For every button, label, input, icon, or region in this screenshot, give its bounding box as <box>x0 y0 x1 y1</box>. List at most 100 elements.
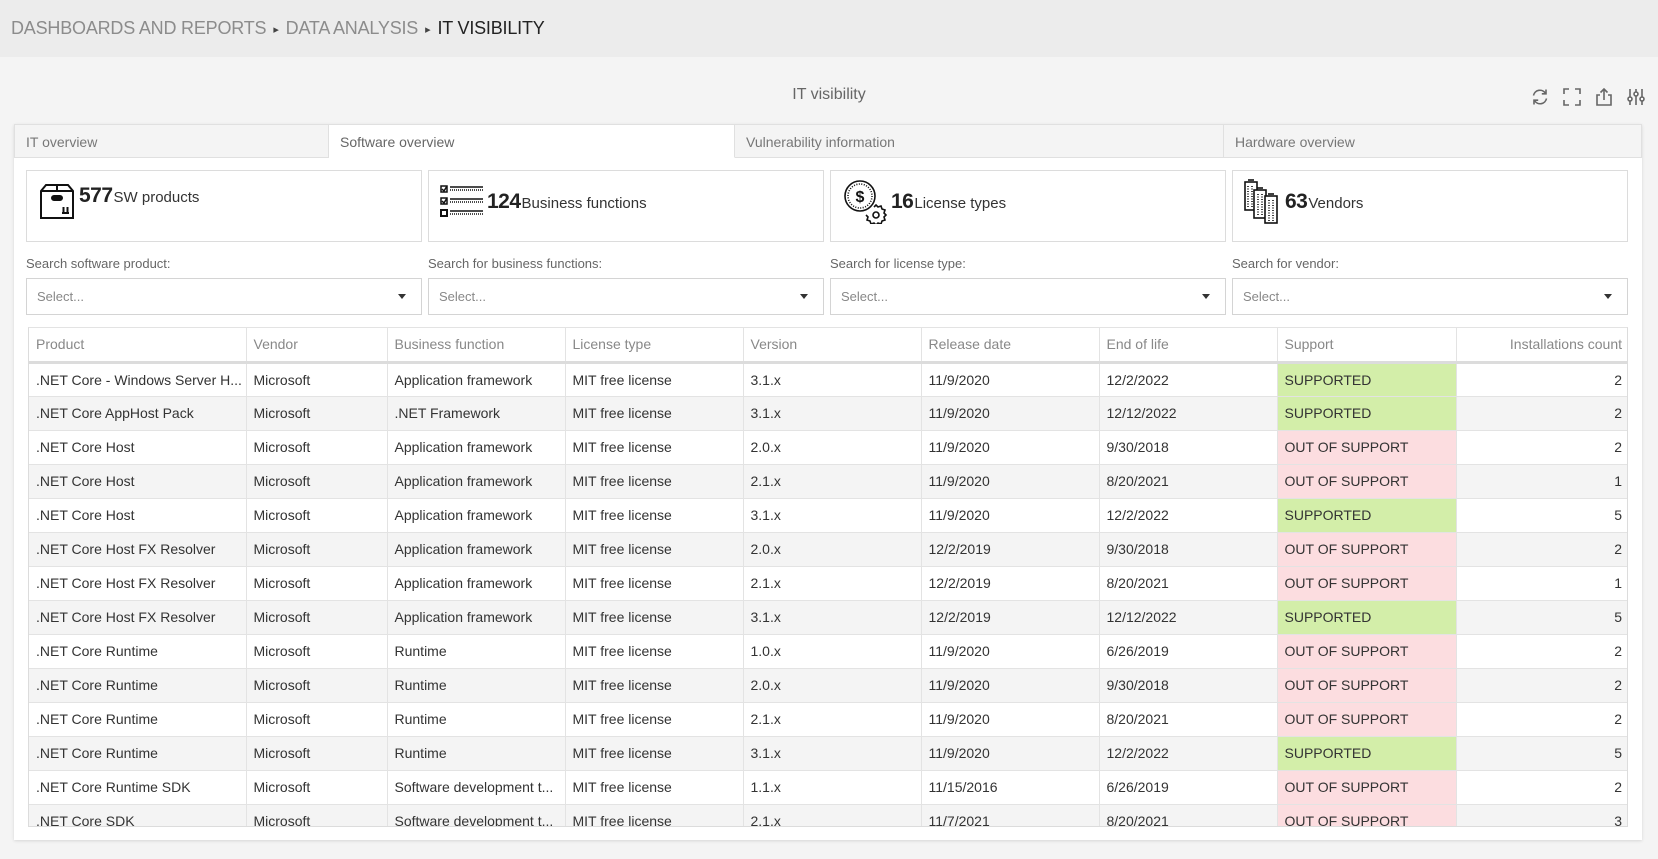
cell-product: .NET Core Runtime SDK <box>29 770 247 805</box>
cell-business-function: Software development t... <box>387 804 566 826</box>
cell-business-function: Application framework <box>387 498 566 533</box>
chevron-down-icon <box>398 294 406 299</box>
cell-version: 2.1.x <box>743 702 922 737</box>
table-row[interactable]: .NET Core AppHost Pack Microsoft .NET Fram… <box>29 396 1627 431</box>
support-status-badge: SUPPORTED <box>1277 396 1457 431</box>
cell-vendor: Microsoft <box>246 464 388 499</box>
tab-bar: IT overview Software overview Vulnerabil… <box>14 124 1642 158</box>
export-button[interactable] <box>1594 86 1614 108</box>
cell-business-function: Software development t... <box>387 770 566 805</box>
kpi-row: 577 SW products 124 Business functions $… <box>26 170 1628 242</box>
tab-vulnerability-information[interactable]: Vulnerability information <box>735 124 1224 158</box>
software-product-select[interactable]: Select... <box>26 278 422 315</box>
table-row[interactable]: .NET Core Host FX Resolver Microsoft Appli… <box>29 532 1627 567</box>
column-header-support[interactable]: Support <box>1277 328 1457 364</box>
cell-installations-count: 1 <box>1456 464 1627 499</box>
support-status-badge: SUPPORTED <box>1277 600 1457 635</box>
vendor-select[interactable]: Select... <box>1232 278 1628 315</box>
cell-vendor: Microsoft <box>246 804 388 826</box>
cell-vendor: Microsoft <box>246 600 388 635</box>
cell-business-function: Application framework <box>387 532 566 567</box>
column-header-release-date[interactable]: Release date <box>921 328 1100 364</box>
breadcrumb-data-analysis[interactable]: DATA ANALYSIS <box>286 18 419 39</box>
cell-version: 3.1.x <box>743 362 922 397</box>
cell-vendor: Microsoft <box>246 702 388 737</box>
column-header-installations-count[interactable]: Installations count <box>1456 328 1627 364</box>
table-row[interactable]: .NET Core Host Microsoft Application frame… <box>29 498 1627 533</box>
table-row[interactable]: .NET Core Host FX Resolver Microsoft Appli… <box>29 600 1627 635</box>
cell-version: 1.1.x <box>743 770 922 805</box>
cell-license-type: MIT free license <box>565 566 744 601</box>
settings-button[interactable] <box>1626 86 1646 108</box>
tab-software-overview[interactable]: Software overview <box>329 124 735 158</box>
table-row[interactable]: .NET Core Runtime Microsoft Runtime MIT fre… <box>29 702 1627 737</box>
cell-installations-count: 2 <box>1456 532 1627 567</box>
cell-product: .NET Core Host FX Resolver <box>29 600 247 635</box>
cell-license-type: MIT free license <box>565 396 744 431</box>
cell-product: .NET Core Runtime <box>29 634 247 669</box>
refresh-button[interactable] <box>1530 86 1550 108</box>
cell-end-of-life: 12/12/2022 <box>1099 396 1278 431</box>
cell-installations-count: 5 <box>1456 736 1627 771</box>
panel-toolbar <box>1530 86 1646 108</box>
column-header-product[interactable]: Product <box>29 328 247 364</box>
cell-license-type: MIT free license <box>565 634 744 669</box>
tab-it-overview[interactable]: IT overview <box>14 124 329 158</box>
cell-version: 2.0.x <box>743 668 922 703</box>
column-header-version[interactable]: Version <box>743 328 922 364</box>
table-row[interactable]: .NET Core Runtime Microsoft Runtime MIT fre… <box>29 668 1627 703</box>
table-row[interactable]: .NET Core - Windows Server H... Microsoft… <box>29 362 1627 397</box>
cell-product: .NET Core Host <box>29 498 247 533</box>
cell-business-function: Runtime <box>387 702 566 737</box>
filter-label: Search for license type: <box>830 256 966 271</box>
cell-business-function: Application framework <box>387 600 566 635</box>
fullscreen-button[interactable] <box>1562 86 1582 108</box>
support-status-badge: SUPPORTED <box>1277 362 1457 397</box>
cell-business-function: Application framework <box>387 566 566 601</box>
cell-vendor: Microsoft <box>246 634 388 669</box>
cell-installations-count: 2 <box>1456 396 1627 431</box>
cell-vendor: Microsoft <box>246 770 388 805</box>
support-status-badge: OUT OF SUPPORT <box>1277 464 1457 499</box>
support-status-badge: OUT OF SUPPORT <box>1277 770 1457 805</box>
cell-product: .NET Core SDK <box>29 804 247 826</box>
cell-release-date: 11/7/2021 <box>921 804 1100 826</box>
table-row[interactable]: .NET Core Host Microsoft Application frame… <box>29 464 1627 499</box>
column-header-license-type[interactable]: License type <box>565 328 744 364</box>
support-status-badge: OUT OF SUPPORT <box>1277 634 1457 669</box>
table-row[interactable]: .NET Core Host Microsoft Application frame… <box>29 430 1627 465</box>
table-row[interactable]: .NET Core Runtime Microsoft Runtime MIT fre… <box>29 736 1627 771</box>
cell-business-function: Runtime <box>387 634 566 669</box>
table-row[interactable]: .NET Core Host FX Resolver Microsoft Appli… <box>29 566 1627 601</box>
software-table-scroll[interactable]: Product Vendor Business function License ty… <box>28 327 1628 827</box>
column-header-vendor[interactable]: Vendor <box>246 328 388 364</box>
cell-license-type: MIT free license <box>565 770 744 805</box>
tab-hardware-overview[interactable]: Hardware overview <box>1224 124 1642 158</box>
support-status-badge: OUT OF SUPPORT <box>1277 430 1457 465</box>
breadcrumb-dashboards-and-reports[interactable]: DASHBOARDS AND REPORTS <box>11 18 267 39</box>
cell-version: 3.1.x <box>743 600 922 635</box>
table-row[interactable]: .NET Core Runtime Microsoft Runtime MIT fre… <box>29 634 1627 669</box>
cell-version: 2.1.x <box>743 804 922 826</box>
table-row[interactable]: .NET Core SDK Microsoft Software developme… <box>29 804 1627 826</box>
chevron-down-icon <box>1604 294 1612 299</box>
cell-license-type: MIT free license <box>565 532 744 567</box>
table-row[interactable]: .NET Core Runtime SDK Microsoft Software d… <box>29 770 1627 805</box>
cell-vendor: Microsoft <box>246 668 388 703</box>
license-type-select[interactable]: Select... <box>830 278 1226 315</box>
cell-installations-count: 1 <box>1456 566 1627 601</box>
cell-installations-count: 2 <box>1456 668 1627 703</box>
cell-end-of-life: 12/2/2022 <box>1099 498 1278 533</box>
cell-license-type: MIT free license <box>565 702 744 737</box>
kpi-business-functions: 124 Business functions <box>428 170 824 242</box>
column-header-business-function[interactable]: Business function <box>387 328 566 364</box>
cell-release-date: 12/2/2019 <box>921 532 1100 567</box>
business-functions-select[interactable]: Select... <box>428 278 824 315</box>
cell-release-date: 11/9/2020 <box>921 736 1100 771</box>
cell-license-type: MIT free license <box>565 668 744 703</box>
kpi-license-types: $ 16 License types <box>830 170 1226 242</box>
select-placeholder: Select... <box>1243 289 1290 304</box>
column-header-end-of-life[interactable]: End of life <box>1099 328 1278 364</box>
cell-version: 2.1.x <box>743 566 922 601</box>
support-status-badge: SUPPORTED <box>1277 736 1457 771</box>
